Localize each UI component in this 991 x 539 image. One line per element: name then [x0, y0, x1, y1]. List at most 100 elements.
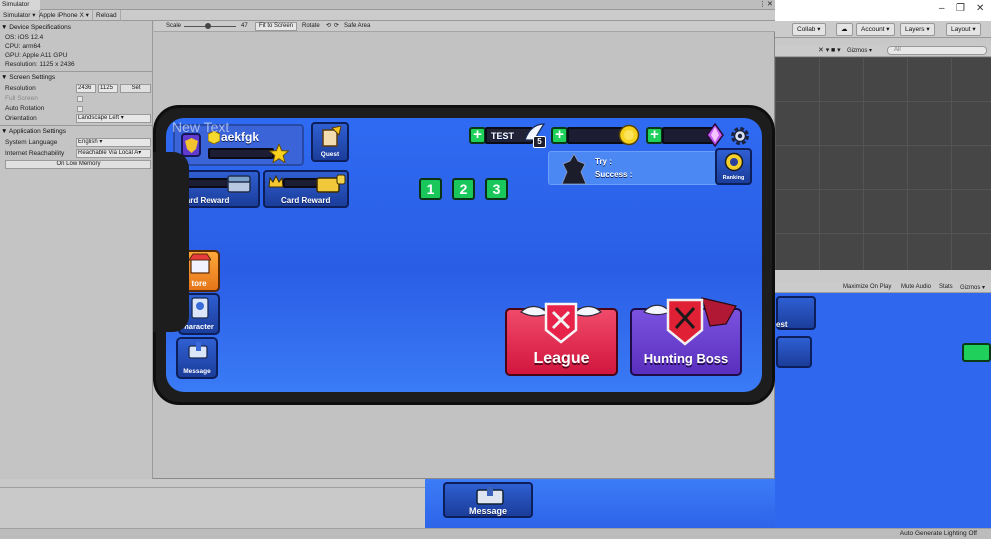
- stats-toggle[interactable]: Stats: [939, 284, 953, 290]
- store-icon: [189, 253, 211, 274]
- orientation-dropdown[interactable]: Landscape Left ▾: [76, 114, 151, 123]
- message-label: Message: [183, 368, 211, 375]
- resolution-label: Resolution: [5, 85, 36, 92]
- reload-button[interactable]: Reload: [93, 10, 121, 21]
- scale-value: 47: [241, 23, 248, 29]
- page-button-2-label: 2: [459, 181, 468, 197]
- screen-settings-header[interactable]: ▼ Screen Settings: [1, 74, 55, 81]
- device-dropdown[interactable]: Apple iPhone X ▾: [36, 10, 93, 21]
- language-value: English ▾: [78, 139, 103, 145]
- card-reward-label-2: Card Reward: [281, 196, 331, 205]
- rotate-left-icon[interactable]: ⟲: [326, 22, 331, 31]
- tab-close-icon[interactable]: ✕: [767, 0, 773, 8]
- cloud-button[interactable]: ☁: [836, 23, 853, 36]
- orientation-label: Orientation: [5, 115, 37, 122]
- mute-audio-toggle[interactable]: Mute Audio: [901, 284, 931, 290]
- simulator-tab-bar: Simulator ⋮ ✕: [0, 0, 775, 10]
- resolution-height-input[interactable]: 1125: [98, 84, 118, 93]
- reachability-dropdown[interactable]: Reachable Via Local A▾: [76, 149, 151, 158]
- auto-rotation-label: Auto Rotation: [5, 105, 45, 112]
- app-settings-header-label: Application Settings: [8, 128, 66, 135]
- screen-settings-header-label: Screen Settings: [9, 74, 56, 81]
- add-gem-button[interactable]: +: [646, 127, 663, 144]
- scale-slider-handle[interactable]: [205, 23, 211, 29]
- simulator-toolbar: Simulator ▾ Apple iPhone X ▾ Reload: [0, 10, 775, 21]
- gizmos-dropdown[interactable]: Gizmos ▾: [847, 47, 872, 54]
- ranking-button[interactable]: Ranking: [715, 148, 752, 185]
- settings-gear-icon[interactable]: [729, 125, 751, 147]
- page-button-2[interactable]: 2: [452, 178, 475, 200]
- status-bar: Auto Generate Lighting Off: [0, 528, 991, 539]
- simulator-tab[interactable]: Simulator: [0, 0, 40, 10]
- league-emblem-icon: [520, 302, 602, 344]
- scene-view[interactable]: [775, 57, 991, 270]
- simulator-mode-label: Simulator ▾: [3, 12, 36, 19]
- layout-label: Layout ▾: [951, 26, 976, 33]
- resolution-width-input[interactable]: 2436: [76, 84, 96, 93]
- simulator-window: Simulator ⋮ ✕ Simulator ▾ Apple iPhone X…: [0, 0, 775, 479]
- quest-button[interactable]: Quest: [311, 122, 349, 162]
- rotate-right-icon[interactable]: ⟳: [334, 22, 339, 31]
- spec-cpu: CPU: arm64: [5, 43, 41, 50]
- auto-rotation-checkbox[interactable]: [77, 106, 83, 112]
- green-plus-behind: [962, 343, 991, 362]
- add-test-button[interactable]: +: [469, 127, 486, 144]
- restore-icon[interactable]: ❐: [956, 3, 965, 14]
- rotate-label: Rotate: [302, 23, 320, 29]
- test-count: 5: [537, 137, 542, 146]
- page-button-3-label: 3: [492, 181, 501, 197]
- divider: [0, 71, 153, 72]
- window-controls: – ❐ ✕: [775, 0, 991, 21]
- gizmos-toggle[interactable]: Gizmos ▾: [960, 284, 985, 291]
- quest-behind-label: est: [776, 320, 788, 329]
- rotate-button[interactable]: Rotate: [302, 22, 320, 31]
- account-label: Account ▾: [861, 26, 890, 33]
- spec-os: OS: iOS 12.4: [5, 34, 44, 41]
- reachability-value: Reachable Via Local A▾: [78, 150, 142, 156]
- tab-menu-icon[interactable]: ⋮: [759, 0, 766, 8]
- game-tab-bar: [775, 270, 991, 282]
- page-button-3[interactable]: 3: [485, 178, 508, 200]
- orientation-value: Landscape Left ▾: [78, 115, 124, 121]
- card-reward-button-2[interactable]: Card Reward: [263, 170, 349, 208]
- device-toolbar: Scale 47 Fit to Screen Rotate ⟲ ⟳ Safe A…: [154, 21, 775, 32]
- device-label: Apple iPhone X ▾: [39, 12, 89, 19]
- gem-icon: [706, 123, 724, 147]
- minimize-icon[interactable]: –: [939, 3, 945, 14]
- language-label: System Language: [5, 139, 58, 146]
- layers-button[interactable]: Layers ▾: [900, 23, 935, 36]
- page-button-1[interactable]: 1: [419, 178, 442, 200]
- safe-area-toggle[interactable]: Safe Area: [344, 22, 370, 31]
- mailbox-icon: [188, 342, 208, 359]
- add-gold-button[interactable]: +: [551, 127, 568, 144]
- hunting-boss-label: Hunting Boss: [643, 351, 729, 366]
- tools-icon[interactable]: ✕ ▾: [818, 46, 829, 54]
- ranking-label: Ranking: [722, 175, 745, 181]
- layout-button[interactable]: Layout ▾: [946, 23, 981, 36]
- maximize-on-play-toggle[interactable]: Maximize On Play: [843, 284, 891, 290]
- status-text: Auto Generate Lighting Off: [899, 530, 977, 537]
- game-screen[interactable]: aekfgk New Text Quest Card Reward Card R…: [166, 118, 762, 392]
- player-avatar: [181, 133, 201, 157]
- page-button-1-label: 1: [426, 181, 435, 197]
- language-dropdown[interactable]: English ▾: [76, 138, 151, 147]
- chest-icon: [227, 175, 251, 193]
- app-settings-header[interactable]: ▼ Application Settings: [1, 128, 66, 135]
- shield-icon: [185, 138, 198, 153]
- collab-button[interactable]: Collab ▾: [792, 23, 826, 36]
- set-button[interactable]: Set: [120, 84, 151, 93]
- fit-to-screen-toggle[interactable]: Fit to Screen: [255, 22, 298, 31]
- spec-resolution: Resolution: 1125 x 2436: [5, 61, 75, 68]
- fit-to-screen-label: Fit to Screen: [259, 23, 294, 29]
- simulator-mode-dropdown[interactable]: Simulator ▾: [0, 10, 40, 21]
- account-button[interactable]: Account ▾: [856, 23, 895, 36]
- close-icon[interactable]: ✕: [976, 3, 984, 14]
- camera-icon[interactable]: ■ ▾: [831, 46, 841, 54]
- cloud-icon: ☁: [841, 26, 848, 33]
- full-screen-checkbox[interactable]: [77, 96, 83, 102]
- low-memory-button[interactable]: On Low Memory: [5, 160, 151, 169]
- message-button[interactable]: Message: [176, 337, 218, 379]
- scene-search-input[interactable]: All: [887, 46, 987, 55]
- device-specs-header[interactable]: ▼ Device Specifications: [1, 24, 71, 31]
- reload-label: Reload: [96, 12, 117, 19]
